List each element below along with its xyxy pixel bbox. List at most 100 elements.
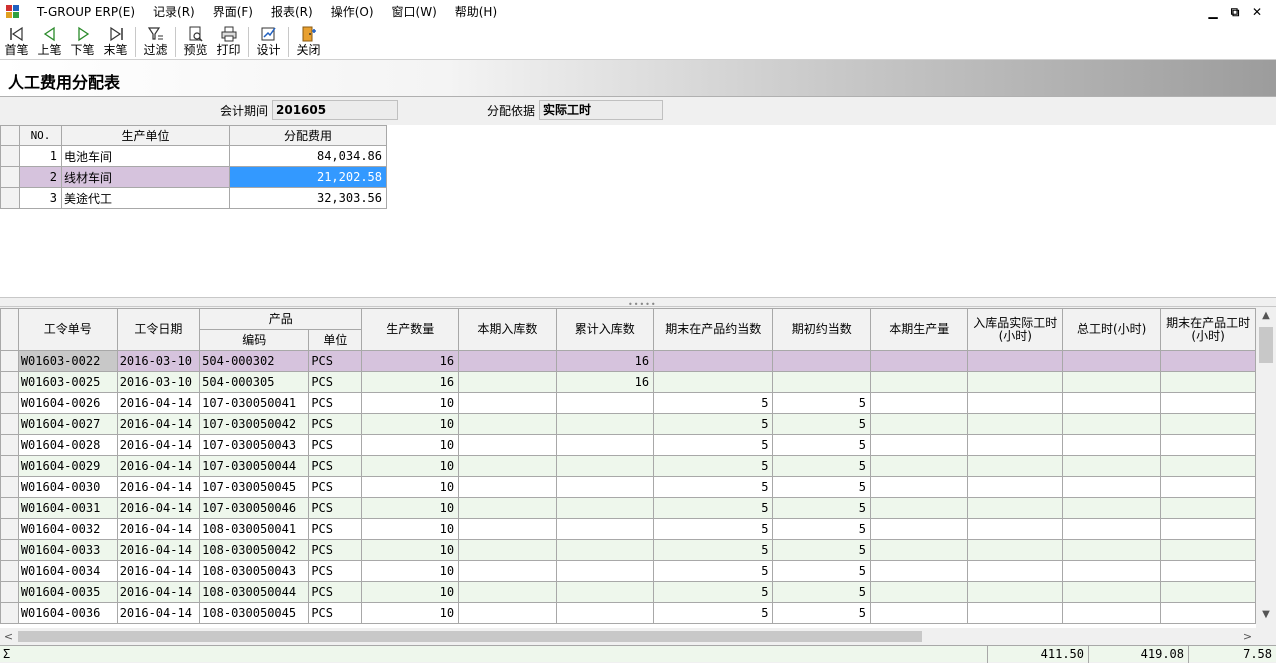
col-header-order-no[interactable]: 工令单号 (17, 308, 118, 351)
cell-actual-hours[interactable] (967, 518, 1064, 540)
cell-order-no[interactable]: W01604-0033 (17, 539, 118, 561)
cell-in-current[interactable] (458, 413, 557, 435)
cell-actual-hours[interactable] (967, 371, 1064, 393)
cell-wip-end[interactable]: 5 (653, 518, 774, 540)
first-record-button[interactable]: 首笔 (0, 24, 33, 57)
cell-output[interactable] (869, 455, 969, 477)
cell-wip-begin[interactable]: 5 (772, 560, 871, 582)
cell-wip-end[interactable]: 5 (653, 476, 774, 498)
cell-code[interactable]: 108-030050041 (199, 518, 310, 540)
cell-order-no[interactable]: W01604-0026 (17, 392, 118, 414)
cell-wip-end[interactable]: 5 (653, 581, 774, 603)
cell-output[interactable] (869, 476, 969, 498)
period-field[interactable]: 201605 (272, 100, 398, 120)
cell-in-total[interactable]: 16 (555, 350, 655, 372)
cell-order-no[interactable]: W01603-0022 (17, 350, 118, 372)
cell-code[interactable]: 108-030050045 (199, 602, 310, 624)
cell-qty[interactable]: 10 (361, 392, 460, 414)
cell-code[interactable]: 108-030050042 (199, 539, 310, 561)
cell-in-current[interactable] (458, 392, 557, 414)
row-header[interactable] (0, 581, 19, 603)
cell-qty[interactable]: 10 (361, 434, 460, 456)
cell-total-hours[interactable] (1062, 413, 1162, 435)
preview-button[interactable]: 预览 (179, 24, 212, 57)
cell-in-current[interactable] (458, 581, 557, 603)
cell-qty[interactable]: 10 (361, 581, 460, 603)
col-header-output[interactable]: 本期生产量 (869, 308, 969, 351)
work-order-row[interactable]: W01604-0027 2016-04-14 107-030050042 PCS 10 5… (0, 413, 1256, 435)
cell-wip-begin[interactable]: 5 (772, 539, 871, 561)
row-header[interactable] (0, 476, 19, 498)
minimize-icon[interactable]: ▁ (1202, 5, 1224, 19)
cell-output[interactable] (869, 539, 969, 561)
cell-uom[interactable]: PCS (308, 455, 363, 477)
prev-record-button[interactable]: 上笔 (33, 24, 66, 57)
cell-code[interactable]: 107-030050044 (199, 455, 310, 477)
cell-order-no[interactable]: W01604-0036 (17, 602, 118, 624)
cell-actual-hours[interactable] (967, 560, 1064, 582)
cell-order-date[interactable]: 2016-04-14 (116, 602, 201, 624)
col-header-wip-begin[interactable]: 期初约当数 (772, 308, 871, 351)
close-window-icon[interactable]: ✕ (1246, 5, 1268, 19)
col-header-actual-hours[interactable]: 入库品实际工时(小时) (967, 308, 1064, 351)
print-button[interactable]: 打印 (212, 24, 245, 57)
menu-record[interactable]: 记录(R) (144, 0, 204, 24)
col-header-code[interactable]: 编码 (199, 329, 310, 351)
cell-uom[interactable]: PCS (308, 434, 363, 456)
cell-actual-hours[interactable] (967, 581, 1064, 603)
cell-code[interactable]: 107-030050045 (199, 476, 310, 498)
cell-no[interactable]: 1 (19, 145, 62, 167)
cell-unit[interactable]: 电池车间 (61, 145, 230, 167)
work-order-row[interactable]: W01604-0028 2016-04-14 107-030050043 PCS 10 5… (0, 434, 1256, 456)
cell-in-current[interactable] (458, 497, 557, 519)
cell-wip-hours[interactable] (1160, 602, 1256, 624)
menu-erp[interactable]: T-GROUP ERP(E) (28, 0, 144, 24)
col-header-qty[interactable]: 生产数量 (361, 308, 460, 351)
cell-uom[interactable]: PCS (308, 371, 363, 393)
cell-total-hours[interactable] (1062, 392, 1162, 414)
scroll-right-icon[interactable]: > (1239, 628, 1256, 645)
cell-code[interactable]: 107-030050042 (199, 413, 310, 435)
cell-order-date[interactable]: 2016-04-14 (116, 560, 201, 582)
cell-order-no[interactable]: W01604-0035 (17, 581, 118, 603)
cell-code[interactable]: 504-000305 (199, 371, 310, 393)
cell-order-no[interactable]: W01604-0034 (17, 560, 118, 582)
cell-order-no[interactable]: W01604-0027 (17, 413, 118, 435)
cell-total-hours[interactable] (1062, 434, 1162, 456)
cell-in-total[interactable] (555, 518, 655, 540)
cell-wip-begin[interactable] (772, 350, 871, 372)
last-record-button[interactable]: 末笔 (99, 24, 132, 57)
col-header-in-total[interactable]: 累计入库数 (555, 308, 655, 351)
cell-wip-begin[interactable]: 5 (772, 434, 871, 456)
cell-order-no[interactable]: W01603-0025 (17, 371, 118, 393)
cell-wip-end[interactable]: 5 (653, 413, 774, 435)
cell-wip-hours[interactable] (1160, 434, 1256, 456)
menu-interface[interactable]: 界面(F) (204, 0, 262, 24)
app-logo-icon[interactable] (6, 5, 20, 19)
cell-order-date[interactable]: 2016-04-14 (116, 497, 201, 519)
cell-wip-hours[interactable] (1160, 455, 1256, 477)
cell-in-total[interactable]: 16 (555, 371, 655, 393)
cell-no[interactable]: 2 (19, 166, 62, 188)
cell-wip-hours[interactable] (1160, 497, 1256, 519)
cell-order-no[interactable]: W01604-0030 (17, 476, 118, 498)
scroll-up-icon[interactable]: ▲ (1256, 310, 1276, 327)
col-header-uom[interactable]: 单位 (308, 329, 363, 351)
cell-in-total[interactable] (555, 560, 655, 582)
cell-wip-begin[interactable]: 5 (772, 476, 871, 498)
cell-actual-hours[interactable] (967, 392, 1064, 414)
cell-output[interactable] (869, 560, 969, 582)
col-header-unit[interactable]: 生产单位 (61, 125, 230, 146)
cell-order-date[interactable]: 2016-04-14 (116, 539, 201, 561)
cell-in-total[interactable] (555, 602, 655, 624)
row-header[interactable] (0, 455, 19, 477)
cell-order-no[interactable]: W01604-0028 (17, 434, 118, 456)
cell-wip-begin[interactable]: 5 (772, 413, 871, 435)
cell-order-date[interactable]: 2016-04-14 (116, 581, 201, 603)
cell-uom[interactable]: PCS (308, 476, 363, 498)
cell-wip-hours[interactable] (1160, 350, 1256, 372)
scroll-left-icon[interactable]: < (0, 628, 17, 645)
row-header[interactable] (0, 392, 19, 414)
cell-wip-begin[interactable]: 5 (772, 455, 871, 477)
cell-wip-end[interactable]: 5 (653, 602, 774, 624)
